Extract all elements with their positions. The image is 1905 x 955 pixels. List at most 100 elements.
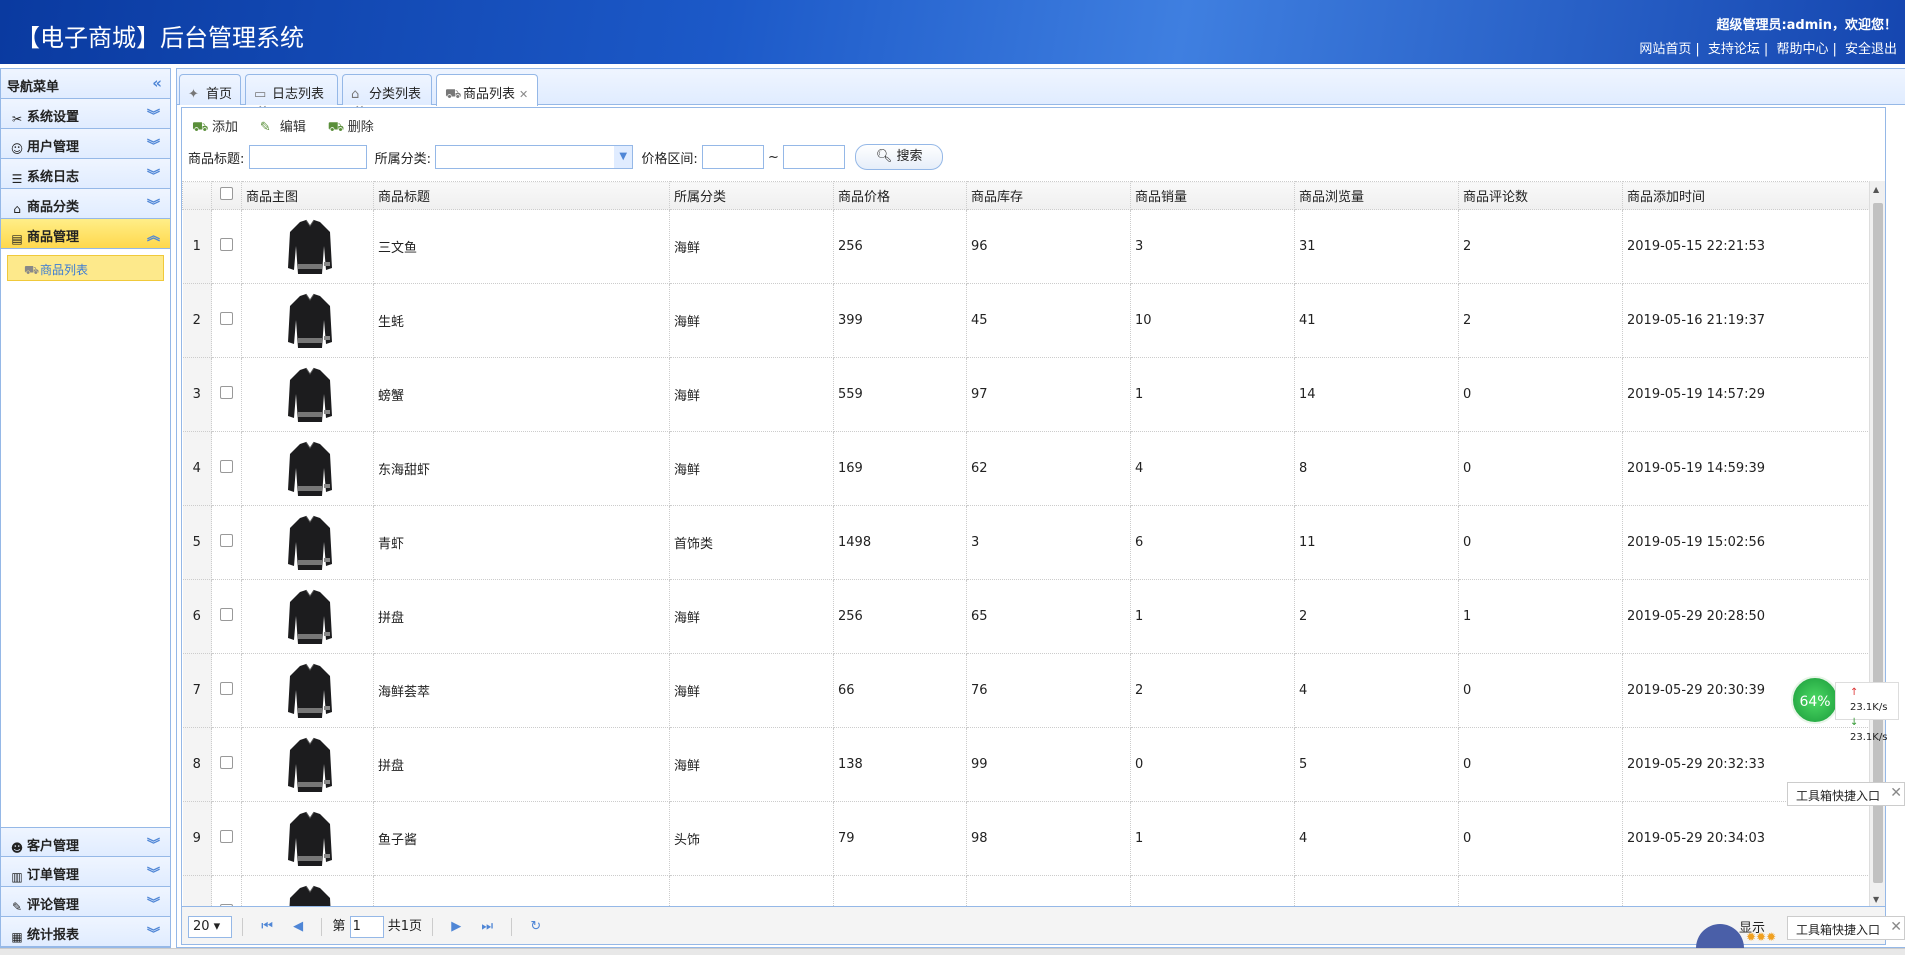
nav-group-bottom-0[interactable]: ☻ 客户管理 ︾ [1,827,170,857]
table-row[interactable]: 5 青虾 首饰类 1498 3 6 11 0 2019-05-19 15:02:56 [182,505,1885,580]
col-views[interactable]: 商品浏览量 [1294,181,1459,210]
scroll-up-icon[interactable]: ▲ [1873,185,1879,194]
tab-close-icon[interactable]: ✕ [519,88,528,101]
chevron-down-icon[interactable]: ︾ [147,165,160,184]
table-row[interactable]: 6 拼盘 海鲜 256 65 1 2 1 2019-05-29 20:28:50 [182,579,1885,654]
row-checkbox[interactable] [220,238,233,251]
row-checkbox[interactable] [220,460,233,473]
nav-group-bottom-1[interactable]: ▥ 订单管理 ︾ [1,857,170,887]
edit-button[interactable]: ✎ 编辑 [260,116,306,135]
chevron-down-icon[interactable]: ︾ [147,834,160,853]
price-cell: 169 [833,431,967,506]
col-sales[interactable]: 商品销量 [1130,181,1295,210]
price-max-input[interactable] [783,145,846,169]
category-cell: 海鲜 [669,579,834,654]
scroll-thumb[interactable] [1873,203,1883,883]
close-icon[interactable]: ✕ [1890,785,1902,801]
col-stock[interactable]: 商品库存 [966,181,1131,210]
chevron-down-icon[interactable]: ︾ [147,863,160,882]
col-comments[interactable]: 商品评论数 [1458,181,1623,210]
row-checkbox[interactable] [220,608,233,621]
page-input[interactable]: 1 [349,915,384,938]
col-image[interactable]: 商品主图 [241,181,374,210]
price-min-input[interactable] [701,145,764,169]
page-size-select[interactable]: 20 ▾ [188,915,232,938]
table-row[interactable]: 2 生蚝 海鲜 399 45 10 41 2 2019-05-16 21:19:37 [182,283,1885,358]
link-forum[interactable]: 支持论坛 [1708,42,1760,57]
nav-group-top-3[interactable]: ⌂ 商品分类 ︾ [1,189,170,219]
chevron-down-icon[interactable]: ︾ [147,105,160,124]
image-cell [241,283,374,358]
first-page-icon[interactable]: ⏮ [261,919,273,934]
row-checkbox[interactable] [220,682,233,695]
add-button[interactable]: ⛟ 添加 [192,116,238,137]
tab-3[interactable]: ⛟ 商品列表 ✕ [436,74,538,106]
category-label: 所属分类: [374,151,432,167]
link-help[interactable]: 帮助中心 [1776,42,1828,57]
delete-button[interactable]: ⛟ 删除 [328,116,374,137]
network-monitor[interactable]: 64% ↑ 23.1K/s ↓ 23.1K/s [1791,676,1905,743]
chevron-down-icon[interactable]: ︾ [147,195,160,214]
category-cell: 海鲜 [669,653,834,728]
toolbox-shortcut[interactable]: 工具箱快捷入口 ✕ [1787,782,1905,806]
chevron-down-icon[interactable]: ︾ [147,135,160,154]
tab-0[interactable]: ✦ 首页 [179,74,241,105]
col-price[interactable]: 商品价格 [833,181,967,210]
comments-cell: 0 [1458,801,1623,876]
row-checkbox[interactable] [220,312,233,325]
col-added-time[interactable]: 商品添加时间 [1622,181,1885,210]
row-checkbox[interactable] [220,386,233,399]
row-checkbox[interactable] [220,756,233,769]
prev-page-icon[interactable]: ◀ [293,919,303,934]
col-title[interactable]: 商品标题 [373,181,670,210]
sales-cell: 1 [1130,801,1295,876]
chevron-down-icon[interactable]: ︾ [147,893,160,912]
submenu-item-goods-list[interactable]: ⛟商品列表 [7,255,164,281]
link-home[interactable]: 网站首页 [1639,42,1691,57]
nav-group-bottom-2[interactable]: ✎ 评论管理 ︾ [1,887,170,917]
nav-group-top-4[interactable]: ▤ 商品管理 ︽ [1,219,170,249]
product-thumbnail [287,589,332,644]
search-button[interactable]: 🔍︎ 搜索 [855,144,944,170]
col-category[interactable]: 所属分类 [669,181,834,210]
tab-2[interactable]: ⌂分类列表✕ [342,74,432,116]
row-checkbox-cell [211,801,242,876]
table-row[interactable]: 8 拼盘 海鲜 138 99 0 5 0 2019-05-29 20:32:33 [182,727,1885,802]
collapse-icon[interactable]: « [152,74,162,92]
last-page-icon[interactable]: ⏭ [481,919,493,934]
nav-group-top-2[interactable]: ☰ 系统日志 ︾ [1,159,170,189]
next-page-icon[interactable]: ▶ [451,919,461,934]
title-input[interactable] [248,145,367,169]
chevron-down-icon[interactable]: ︾ [147,923,160,942]
table-row[interactable]: 3 螃蟹 海鲜 559 97 1 14 0 2019-05-19 14:57:29 [182,357,1885,432]
toolbox-shortcut-2[interactable]: 工具箱快捷入口 ✕ [1787,916,1905,940]
row-checkbox[interactable] [220,534,233,547]
table-row[interactable]: 7 海鲜荟萃 海鲜 66 76 2 4 0 2019-05-29 20:30:39 [182,653,1885,728]
table-row[interactable]: 9 鱼子酱 头饰 79 98 1 4 0 2019-05-29 20:34:03 [182,801,1885,876]
nav-group-top-0[interactable]: ✂ 系统设置 ︾ [1,99,170,129]
nav-group-bottom-3[interactable]: ▦ 统计报表 ︾ [1,917,170,947]
select-all-checkbox[interactable] [220,187,233,200]
category-select[interactable]: ▼ [435,145,634,169]
row-checkbox[interactable] [220,830,233,843]
pagination: 20 ▾ ⏮ ◀ 第 1 共1页 ▶ ⏭ ↻ 显示 [182,906,1885,944]
table-row[interactable]: 10 [182,875,1885,908]
toolbar: ⛟ 添加 ✎ 编辑 ⛟ 删除 [182,108,1885,140]
refresh-icon[interactable]: ↻ [530,919,541,934]
table-row[interactable]: 1 三文鱼 海鲜 256 96 3 31 2 2019-05-15 22:21:53 [182,209,1885,284]
time-cell: 2019-05-19 14:59:39 [1622,431,1885,506]
row-checkbox-cell [211,505,242,580]
nav-group-top-1[interactable]: ☺ 用户管理 ︾ [1,129,170,159]
table-row[interactable]: 4 东海甜虾 海鲜 169 62 4 8 0 2019-05-19 14:59:39 [182,431,1885,506]
link-logout[interactable]: 安全退出 [1845,42,1897,57]
scroll-down-icon[interactable]: ▼ [1873,895,1879,904]
product-thumbnail [287,441,332,496]
stock-cell: 96 [966,209,1131,284]
tab-1[interactable]: ▭日志列表✕ [245,74,338,116]
chevron-up-icon[interactable]: ︽ [147,225,160,244]
nav-group-label: 商品分类 [27,200,80,215]
header-rownum [182,181,212,210]
price-cell: 1498 [833,505,967,580]
edit-icon: ✎ [259,120,271,135]
close-icon[interactable]: ✕ [1890,919,1902,935]
